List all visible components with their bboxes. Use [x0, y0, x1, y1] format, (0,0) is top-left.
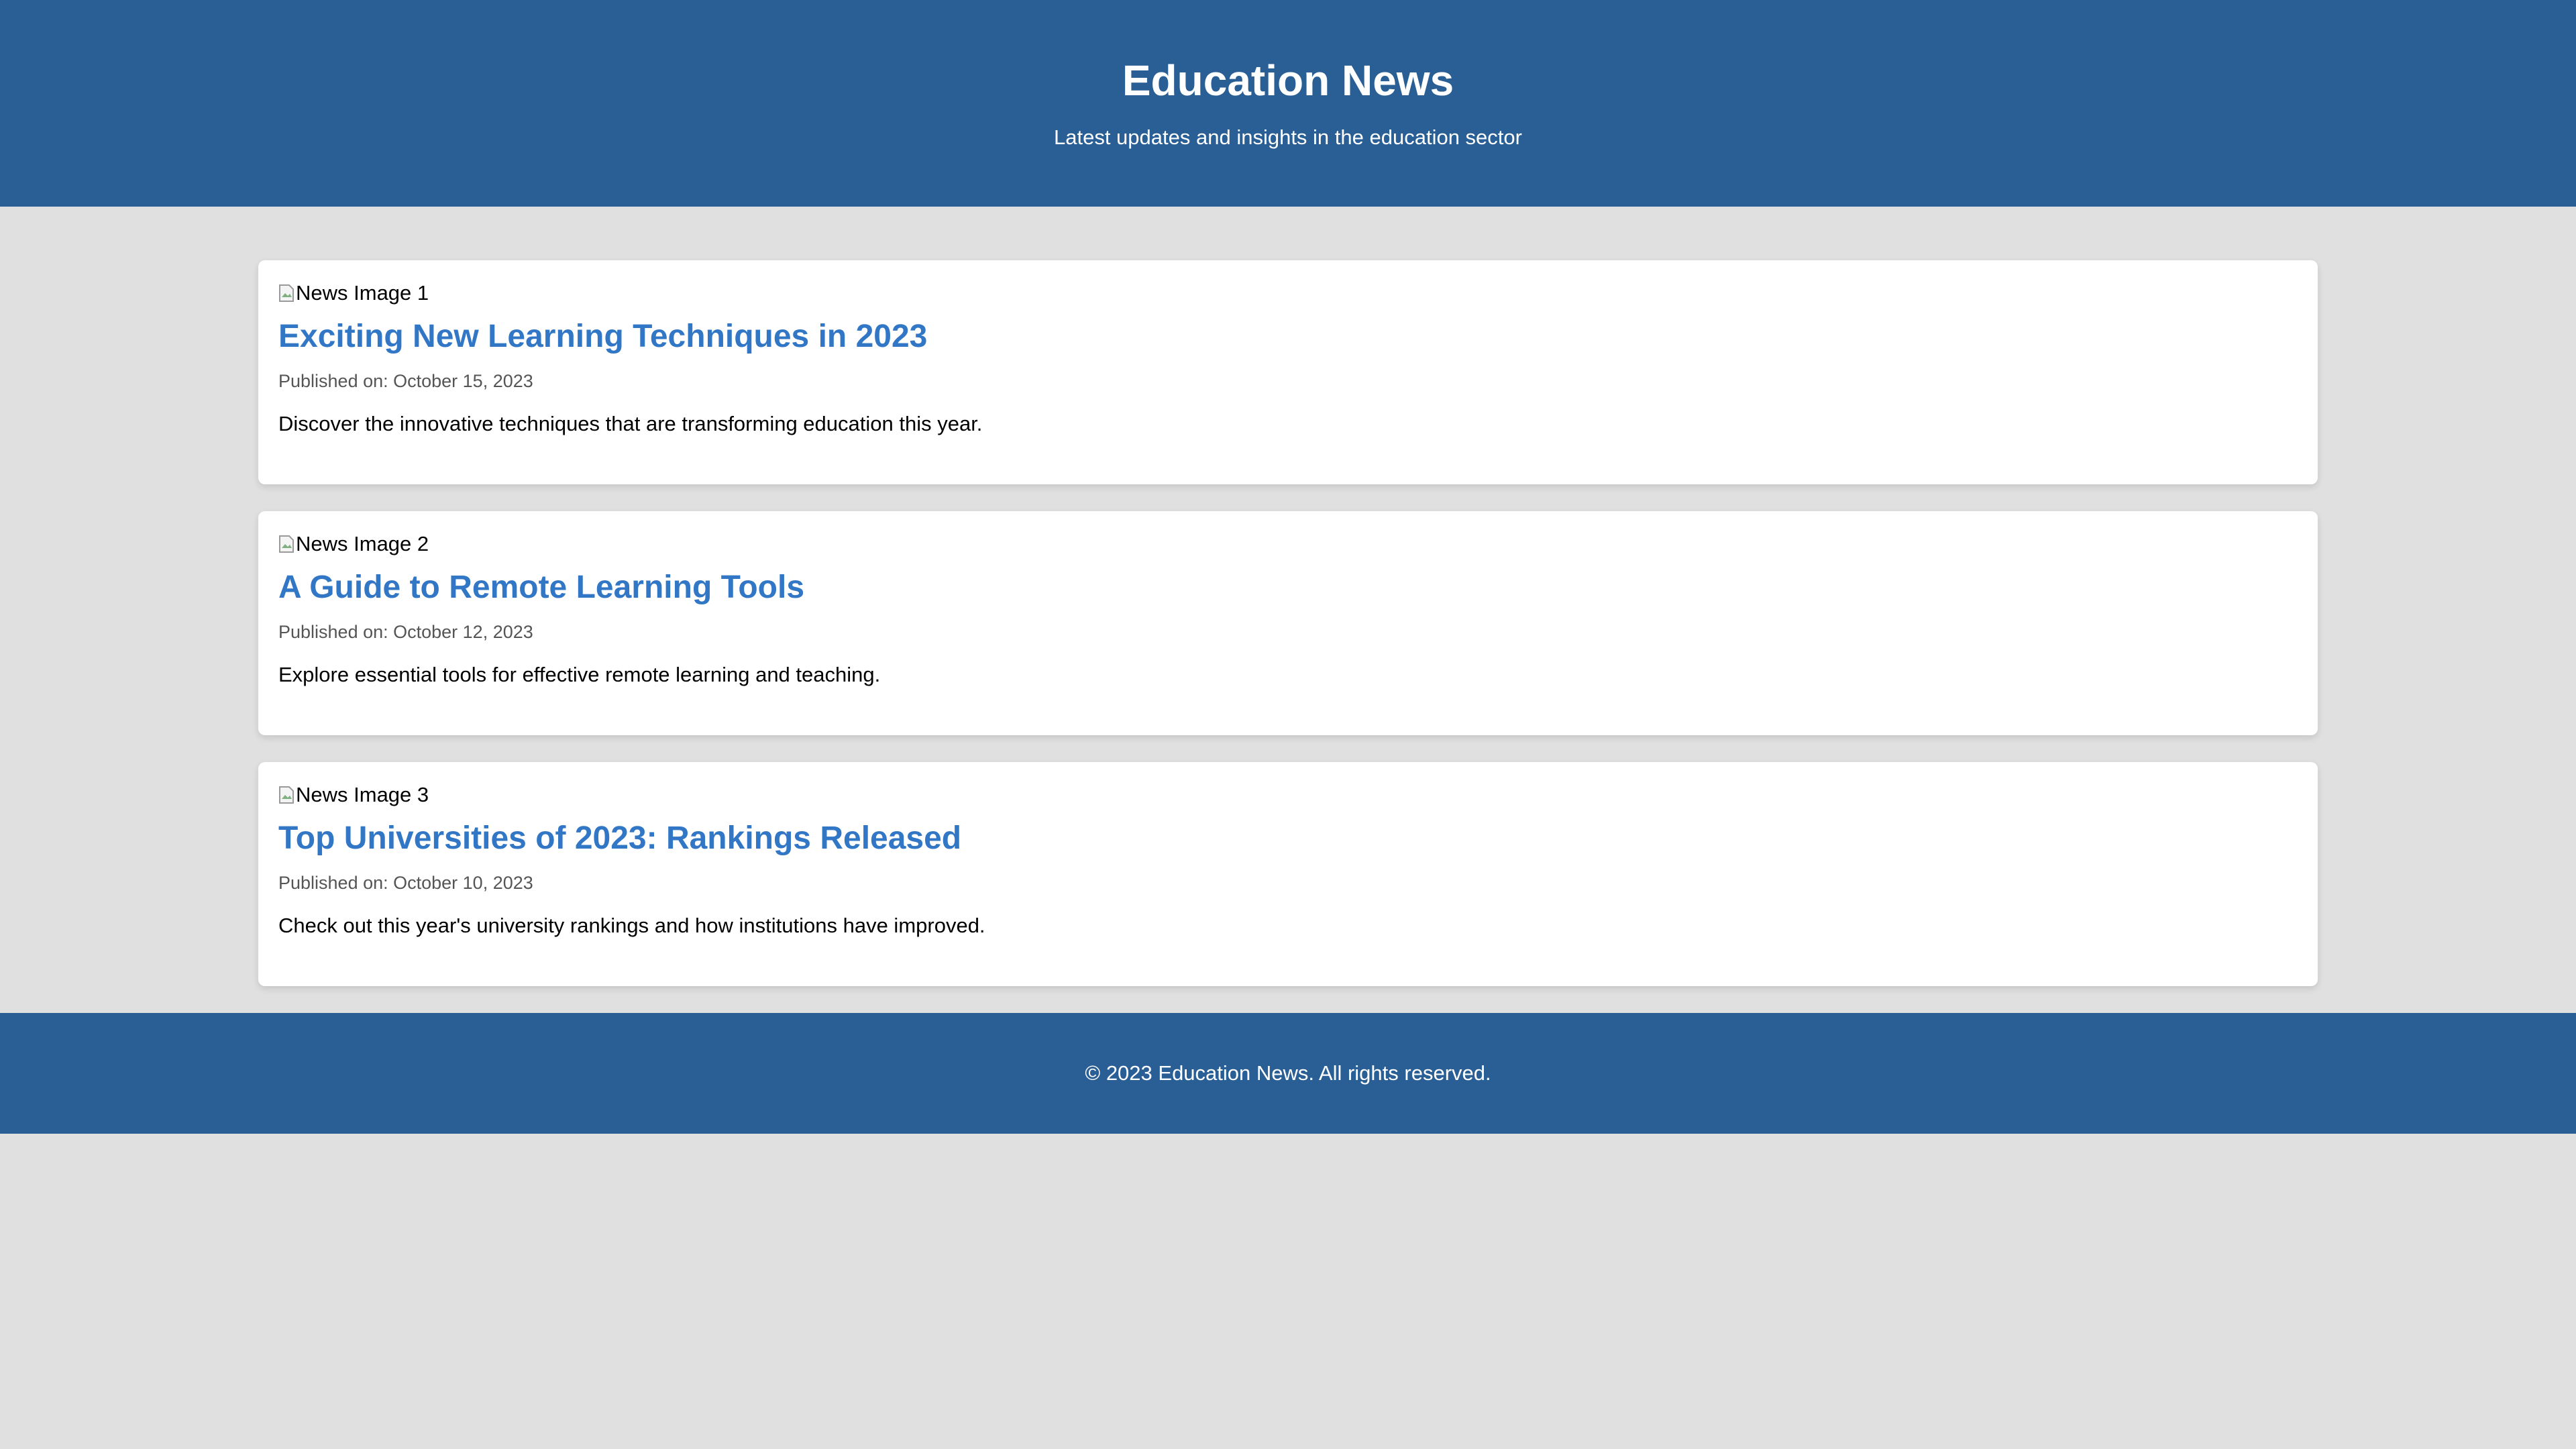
- site-title: Education News: [1122, 56, 1454, 105]
- site-header: Education News Latest updates and insigh…: [0, 0, 2576, 207]
- article-title-link[interactable]: A Guide to Remote Learning Tools: [278, 569, 2298, 606]
- article-title-link[interactable]: Top Universities of 2023: Rankings Relea…: [278, 820, 2298, 857]
- news-image-alt: News Image 1: [296, 281, 429, 305]
- article-summary: Discover the innovative techniques that …: [278, 412, 983, 435]
- broken-image-icon: [278, 284, 294, 303]
- article-summary: Check out this year's university ranking…: [278, 914, 985, 937]
- site-footer: © 2023 Education News. All rights reserv…: [0, 1013, 2576, 1134]
- news-article: News Image 3 Top Universities of 2023: R…: [258, 762, 2318, 986]
- news-image: News Image 3: [278, 782, 2298, 808]
- site-subtitle: Latest updates and insights in the educa…: [1054, 125, 1522, 149]
- news-list: News Image 1 Exciting New Learning Techn…: [0, 207, 2576, 1013]
- news-image-alt: News Image 3: [296, 783, 429, 806]
- article-date: Published on: October 12, 2023: [278, 622, 533, 642]
- news-article: News Image 2 A Guide to Remote Learning …: [258, 511, 2318, 735]
- article-date: Published on: October 10, 2023: [278, 873, 533, 893]
- article-date: Published on: October 15, 2023: [278, 371, 533, 391]
- article-summary: Explore essential tools for effective re…: [278, 663, 881, 686]
- news-image-alt: News Image 2: [296, 532, 429, 555]
- news-article: News Image 1 Exciting New Learning Techn…: [258, 260, 2318, 484]
- news-image: News Image 2: [278, 531, 2298, 557]
- copyright-text: © 2023 Education News. All rights reserv…: [1085, 1061, 1491, 1085]
- news-image: News Image 1: [278, 280, 2298, 306]
- broken-image-icon: [278, 786, 294, 804]
- article-title-link[interactable]: Exciting New Learning Techniques in 2023: [278, 318, 2298, 356]
- broken-image-icon: [278, 535, 294, 553]
